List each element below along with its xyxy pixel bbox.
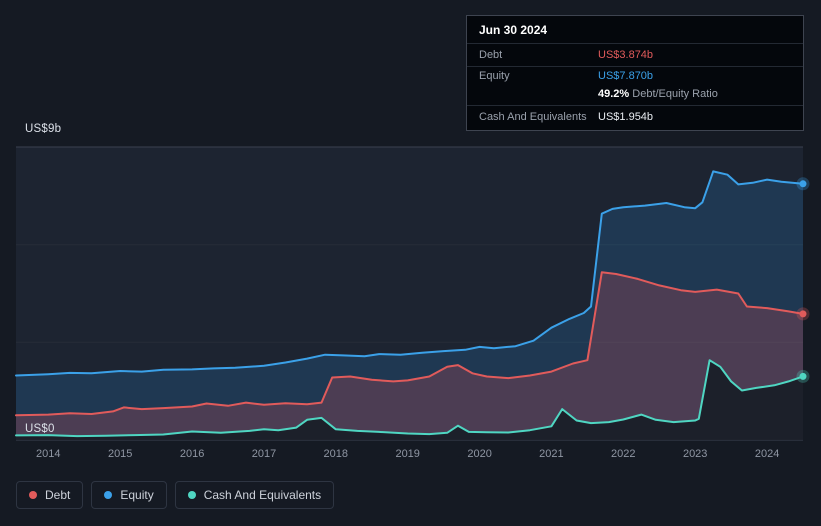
legend-label-debt: Debt	[45, 488, 71, 502]
y-axis-label-max: US$9b	[25, 123, 62, 135]
x-axis-label: 2021	[539, 448, 564, 460]
legend-chip-equity[interactable]: Equity	[91, 481, 167, 509]
debt-dot-icon	[29, 491, 37, 499]
x-axis-label: 2023	[682, 448, 708, 460]
x-axis-label: 2019	[395, 448, 420, 460]
tooltip-ratio-label: Debt/Equity Ratio	[632, 88, 718, 100]
cash-dot-icon	[187, 491, 196, 499]
tooltip-debt-label: Debt	[479, 49, 503, 61]
x-axis-label: 2015	[107, 448, 133, 460]
tooltip-cash-label: Cash And Equivalents	[479, 111, 587, 123]
endpoint-marker	[799, 372, 807, 380]
equity-dot-icon	[104, 491, 113, 499]
tooltip-equity-value: US$7.870b	[598, 70, 654, 82]
tooltip-ratio-row: 49.2% Debt/Equity Ratio	[467, 85, 803, 106]
legend-label-equity: Equity	[120, 488, 154, 502]
x-axis-label: 2016	[179, 448, 205, 460]
x-axis-label: 2024	[754, 448, 780, 460]
tooltip-ratio-value: 49.2%	[598, 88, 630, 100]
legend-chip-cash[interactable]: Cash And Equivalents	[174, 481, 335, 509]
tooltip-debt-value: US$3.874b	[598, 49, 654, 61]
x-axis-label: 2020	[467, 448, 492, 460]
tooltip-equity-row: Equity US$7.870b	[467, 67, 803, 85]
x-axis: 2014 2015 2016 2017 2018 2019 2020 2021 2022 2023…	[0, 448, 821, 462]
endpoint-marker	[799, 180, 807, 188]
tooltip-debt-row: Debt US$3.874b	[467, 44, 803, 67]
tooltip-date: Jun 30 2024	[467, 16, 803, 44]
x-axis-label: 2014	[36, 448, 61, 460]
debt-equity-history-chart: US$9b US$0 2014 2015 2016 2017 2018 2019 2020 2…	[0, 0, 821, 526]
y-axis-label-zero: US$0	[25, 423, 55, 435]
endpoint-marker	[799, 310, 807, 318]
legend-label-cash: Cash And Equivalents	[203, 488, 322, 502]
x-axis-label: 2017	[251, 448, 277, 460]
legend: Debt Equity Cash And Equivalents	[16, 481, 335, 509]
tooltip: Jun 30 2024 Debt US$3.874b Equity US$7.8…	[466, 15, 804, 131]
tooltip-cash-value: US$1.954b	[598, 111, 654, 123]
tooltip-cash-row: Cash And Equivalents US$1.954b	[467, 106, 803, 130]
legend-chip-debt[interactable]: Debt	[16, 481, 84, 509]
tooltip-equity-label: Equity	[479, 70, 510, 82]
x-axis-label: 2018	[323, 448, 349, 460]
x-axis-label: 2022	[611, 448, 636, 460]
